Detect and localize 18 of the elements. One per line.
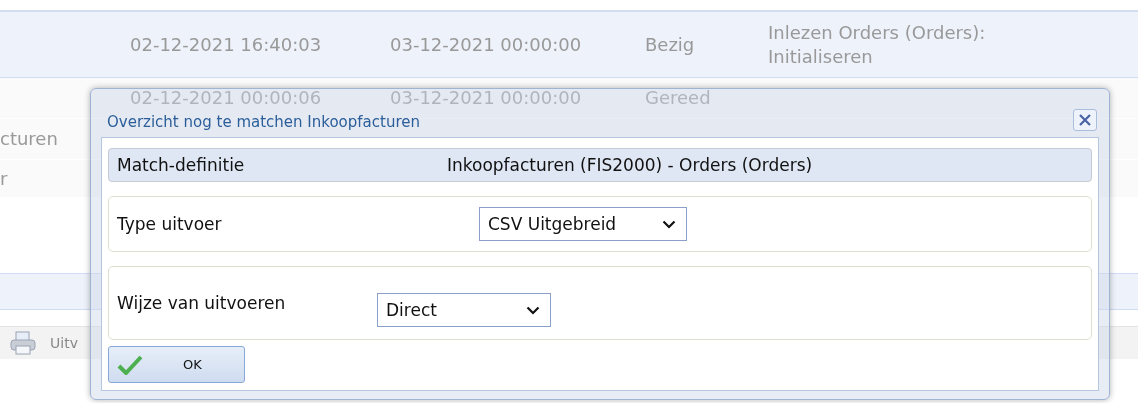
dropdown[interactable]: Direct	[377, 293, 551, 327]
field-label: Match-definitie	[117, 155, 246, 175]
table-cell: 03-12-2021 00:00:00	[390, 32, 582, 57]
table-cell: 02-12-2021 16:40:03	[130, 32, 322, 57]
field-value: Inkoopfacturen (FIS2000) - Orders (Orders)	[447, 155, 813, 175]
field-label: Type uitvoer	[117, 214, 223, 234]
table-cell: cturen	[0, 128, 58, 149]
chevron-down-icon	[662, 219, 676, 229]
dropdown[interactable]: CSV Uitgebreid	[479, 207, 687, 241]
table-cell: r	[0, 167, 8, 189]
table-cell-text: Inlezen Orders (Orders): Initialiseren	[768, 20, 987, 69]
field-label: Wijze van uitvoeren	[117, 293, 287, 313]
close-button[interactable]	[1073, 109, 1097, 131]
table-cell: Bezig	[645, 32, 695, 57]
checkmark-icon	[117, 354, 143, 375]
ok-button[interactable]: OK	[108, 346, 245, 383]
close-icon	[1078, 113, 1092, 127]
chevron-down-icon	[526, 305, 540, 315]
